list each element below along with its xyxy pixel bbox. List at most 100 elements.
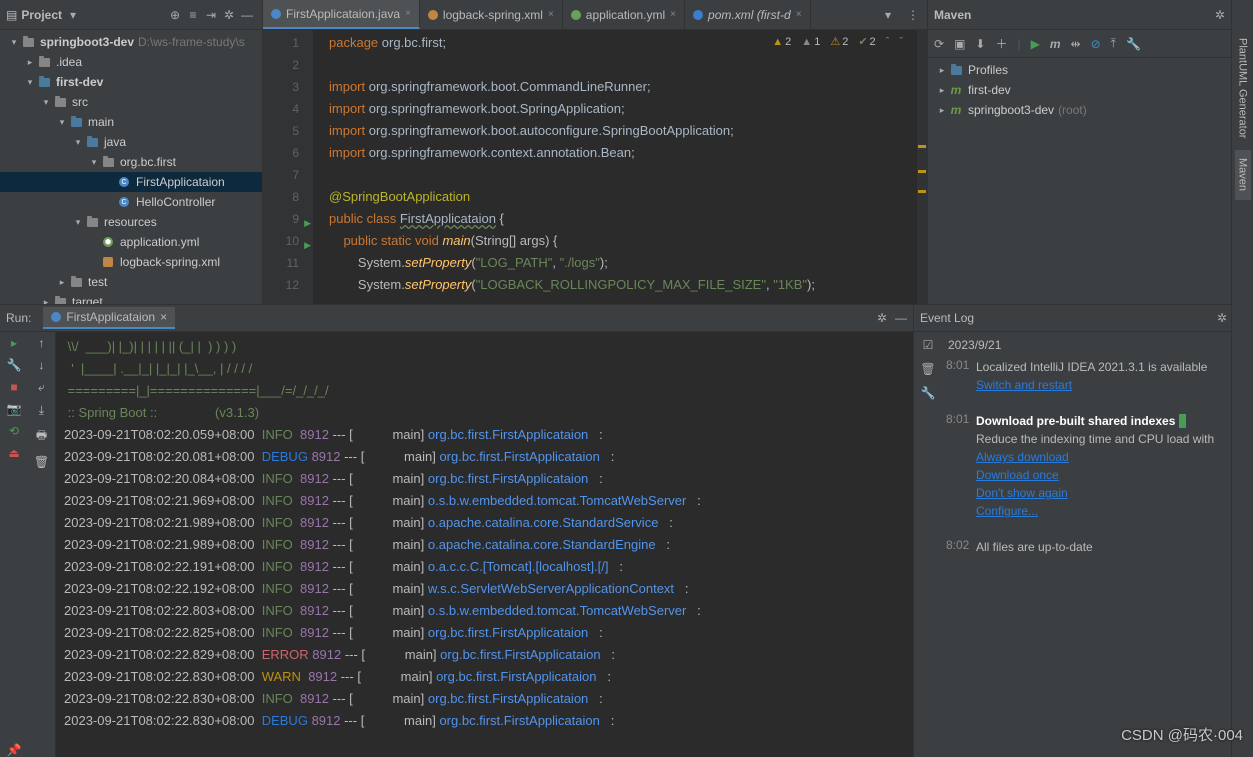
add-icon[interactable]: ＋ [995, 35, 1007, 52]
scroll-icon[interactable]: ⤓ [39, 403, 44, 418]
close-icon[interactable]: × [548, 9, 554, 20]
tree-item[interactable]: ▸target [0, 292, 262, 304]
event-log-title: Event Log [920, 311, 974, 325]
event-list[interactable]: 2023/9/21 8:01Localized IntelliJ IDEA 20… [942, 332, 1253, 757]
down-icon[interactable]: ↓ [39, 358, 45, 372]
collapse-icon[interactable]: ⇥ [202, 8, 220, 22]
run-icon[interactable]: ▶ [1031, 37, 1040, 51]
project-title: Project [21, 8, 62, 22]
trash-icon[interactable]: 🗑 [34, 455, 49, 469]
run-hide-icon[interactable]: — [895, 311, 907, 325]
tree-item[interactable]: ▾resources [0, 212, 262, 232]
close-icon[interactable]: × [160, 310, 167, 324]
tree-item[interactable]: ▸.idea [0, 52, 262, 72]
tree-item[interactable]: ▾main [0, 112, 262, 132]
maven-header: Maven ✲ — [928, 0, 1253, 30]
close-icon[interactable]: × [796, 9, 802, 20]
editor-body[interactable]: 123456789▶10▶1112 package org.bc.first;i… [263, 30, 927, 304]
locate-icon[interactable]: ⊕ [166, 8, 184, 22]
project-dropdown-icon[interactable]: ▾ [70, 8, 76, 22]
wrench-icon[interactable]: 🔧 [1126, 37, 1141, 51]
mark-read-icon[interactable]: ☑ [923, 338, 934, 352]
camera-icon[interactable]: 📷 [7, 402, 22, 416]
close-icon[interactable]: × [405, 8, 411, 19]
maven-item[interactable]: ▸mfirst-dev [928, 80, 1253, 100]
generate-icon[interactable]: ▣ [954, 37, 965, 51]
pin-icon[interactable]: 📌 [7, 743, 22, 757]
collapse-all-icon[interactable]: ⤒ [1111, 36, 1116, 51]
error-stripe[interactable] [917, 30, 927, 304]
folder-icon: ▤ [6, 8, 17, 22]
m-icon[interactable]: m [1050, 37, 1061, 51]
stop-icon[interactable]: ■ [10, 380, 17, 394]
event-link[interactable]: Always download [976, 448, 1069, 466]
run-tab[interactable]: FirstApplicataion × [43, 307, 175, 329]
tree-item[interactable]: ▾src [0, 92, 262, 112]
event-log-panel: Event Log ✲ — ☑ 🗑 🔧 2023/9/21 8:01Locali… [913, 304, 1253, 757]
close-icon[interactable]: × [670, 9, 676, 20]
event-settings-icon[interactable]: ✲ [1217, 311, 1227, 325]
editor-tab[interactable]: pom.xml (first-d× [685, 0, 811, 29]
editor-tab[interactable]: FirstApplicataion.java× [263, 0, 420, 29]
event-date: 2023/9/21 [946, 338, 1249, 352]
tree-item[interactable]: ⬢application.yml [0, 232, 262, 252]
editor-tab[interactable]: logback-spring.xml× [420, 0, 563, 29]
run-label: Run: [6, 311, 31, 325]
tree-item[interactable]: CFirstApplicataion [0, 172, 262, 192]
reload-icon[interactable]: ⟳ [934, 37, 944, 51]
wrench-icon[interactable]: 🔧 [7, 358, 22, 372]
hide-icon[interactable]: — [238, 8, 256, 22]
tree-item[interactable]: ▾springboot3-devD:\ws-frame-study\s [0, 32, 262, 52]
rerun-icon[interactable]: ▸ [11, 336, 17, 350]
code-area[interactable]: package org.bc.first;import org.springfr… [313, 30, 927, 304]
project-tree[interactable]: ▾springboot3-devD:\ws-frame-study\s▸.ide… [0, 30, 262, 304]
maven-toolbar: ⟳ ▣ ⬇ ＋ | ▶ m ⇹ ⊘ ⤒ 🔧 [928, 30, 1253, 58]
event-tools: ☑ 🗑 🔧 [914, 332, 942, 757]
tabs-more-icon[interactable]: ▾ [877, 8, 899, 22]
event-link[interactable]: Download once [976, 466, 1059, 484]
right-tool-bar: PlantUML Generator Maven [1231, 0, 1253, 757]
project-panel: ▤ Project ▾ ⊕ ≡ ⇥ ✲ — ▾springboot3-devD:… [0, 0, 263, 304]
project-header: ▤ Project ▾ ⊕ ≡ ⇥ ✲ — [0, 0, 262, 30]
maven-tree[interactable]: ▸Profiles▸mfirst-dev▸mspringboot3-dev (r… [928, 58, 1253, 304]
inspection-bar[interactable]: ▲2▲1⚠2✔2ˆˇ [772, 35, 903, 48]
skip-icon[interactable]: ⊘ [1091, 37, 1101, 51]
event-link[interactable]: Switch and restart [976, 376, 1072, 394]
maven-item[interactable]: ▸mspringboot3-dev (root) [928, 100, 1253, 120]
run-tab-label: FirstApplicataion [66, 310, 155, 324]
wrap-icon[interactable]: ⤶ [38, 380, 45, 395]
maven-settings-icon[interactable]: ✲ [1211, 8, 1229, 22]
expand-icon[interactable]: ≡ [184, 8, 202, 22]
maven-title: Maven [934, 8, 971, 22]
tree-item[interactable]: ▾first-dev [0, 72, 262, 92]
exit-icon[interactable]: ⏏ [8, 446, 19, 460]
run-settings-icon[interactable]: ✲ [877, 311, 887, 325]
console[interactable]: \\/ ___)| |_)| | | | | || (_| | ) ) ) ) … [56, 332, 913, 757]
event-link[interactable]: Configure... [976, 502, 1038, 520]
editor-tabs: FirstApplicataion.java×logback-spring.xm… [263, 0, 927, 30]
event-wrench-icon[interactable]: 🔧 [921, 386, 936, 400]
tabs-menu-icon[interactable]: ⋮ [899, 8, 927, 22]
maven-panel: Maven ✲ — ⟳ ▣ ⬇ ＋ | ▶ m ⇹ ⊘ ⤒ 🔧 ▸Profile… [927, 0, 1253, 304]
clear-icon[interactable]: 🗑 [920, 362, 935, 376]
tree-item[interactable]: CHelloController [0, 192, 262, 212]
right-tab-maven[interactable]: Maven [1235, 150, 1251, 199]
tree-item[interactable]: ▸test [0, 272, 262, 292]
tree-item[interactable]: ▾java [0, 132, 262, 152]
restart-icon[interactable]: ⟲ [9, 424, 19, 438]
toggle-icon[interactable]: ⇹ [1071, 37, 1081, 51]
run-header: Run: FirstApplicataion × ✲ — [0, 304, 913, 332]
print-icon[interactable]: 🖶 [36, 426, 47, 447]
tree-item[interactable]: logback-spring.xml [0, 252, 262, 272]
editor-area: FirstApplicataion.java×logback-spring.xm… [263, 0, 927, 304]
download-icon[interactable]: ⬇ [975, 37, 985, 51]
editor-tab[interactable]: application.yml× [563, 0, 685, 29]
gutter: 123456789▶10▶1112 [263, 30, 313, 304]
event-link[interactable]: Don't show again [976, 484, 1068, 502]
run-tools-right: ↑ ↓ ⤶ ⤓ 🖶 🗑 [28, 332, 56, 757]
right-tab-plantuml[interactable]: PlantUML Generator [1235, 30, 1251, 146]
up-icon[interactable]: ↑ [39, 336, 45, 350]
settings-icon[interactable]: ✲ [220, 8, 238, 22]
maven-item[interactable]: ▸Profiles [928, 60, 1253, 80]
tree-item[interactable]: ▾org.bc.first [0, 152, 262, 172]
